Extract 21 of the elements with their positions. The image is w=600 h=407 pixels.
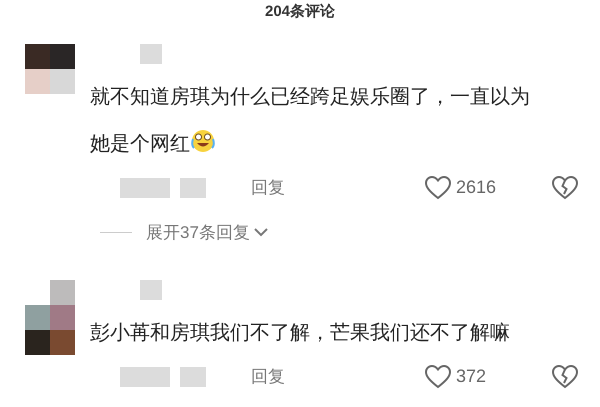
chevron-down-icon [254, 228, 268, 237]
blurred-block [140, 280, 162, 300]
blurred-block [120, 178, 170, 198]
blurred-block [180, 366, 206, 386]
broken-heart-icon[interactable] [552, 176, 578, 200]
comment-text: 彭小苒和房琪我们不了解，芒果我们还不了解嘛 [90, 320, 511, 346]
blurred-block [140, 44, 162, 64]
expand-replies-button[interactable]: 展开37条回复 [146, 220, 268, 246]
avatar[interactable] [25, 44, 75, 94]
blurred-block [120, 366, 170, 386]
avatar[interactable] [25, 280, 75, 354]
broken-heart-icon[interactable] [552, 364, 578, 388]
reply-button[interactable]: 回复 [251, 174, 285, 200]
reply-button[interactable]: 回复 [251, 364, 285, 390]
like-count: 2616 [456, 176, 498, 199]
comment-text: 就不知道房琪为什么已经跨足娱乐圈了，一直以为她是个网红 [90, 84, 531, 156]
comments-title: 204条评论 [264, 2, 336, 22]
heart-icon[interactable] [425, 176, 451, 200]
heart-icon[interactable] [425, 364, 451, 388]
blurred-block [180, 178, 206, 198]
like-count: 372 [456, 365, 488, 388]
